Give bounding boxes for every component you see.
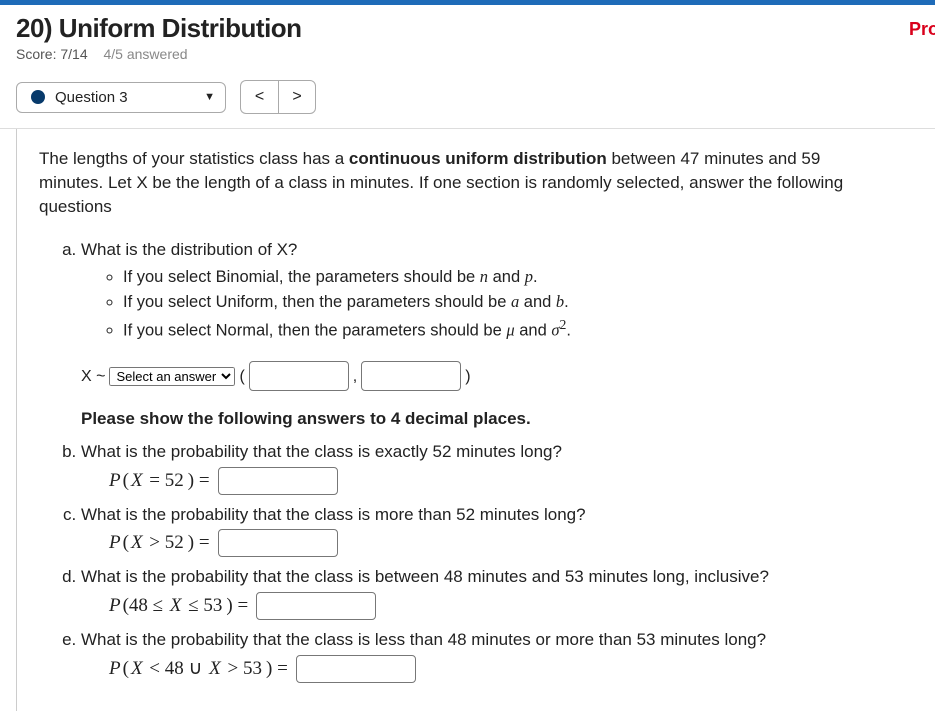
math-b: b — [556, 292, 564, 311]
pe-rel1: < 48 ∪ — [143, 658, 210, 679]
hint-uniform-pre: If you select Uniform, then the paramete… — [123, 293, 511, 311]
pe-rel2: > 53 — [221, 658, 264, 679]
prev-next-group: < > — [240, 80, 316, 114]
pd-var: X — [170, 595, 182, 616]
part-d-answer-input[interactable] — [256, 592, 376, 620]
math-mu: μ — [506, 320, 514, 339]
part-b-answer-input[interactable] — [218, 467, 338, 495]
part-a: What is the distribution of X? If you se… — [81, 238, 894, 432]
pe-p: P — [109, 658, 121, 679]
part-b-expression: P(X = 52) = — [109, 467, 894, 495]
question-nav-row: Question 3 ▼ < > — [16, 80, 935, 114]
hint-binomial-pre: If you select Binomial, the parameters s… — [123, 268, 480, 286]
hint-binomial-post: . — [533, 268, 538, 286]
score-line: Score: 7/14 4/5 answered — [16, 46, 919, 62]
part-d-expression: P(48 ≤ X ≤ 53) = — [109, 592, 894, 620]
part-c-expression: P(X > 52) = — [109, 529, 894, 557]
param2-input[interactable] — [361, 361, 461, 391]
pd-close: ) = — [224, 595, 250, 616]
chevron-down-icon: ▼ — [204, 91, 215, 103]
part-e-answer-input[interactable] — [296, 655, 416, 683]
part-a-hints: If you select Binomial, the parameters s… — [81, 265, 894, 343]
part-e-expression: P(X < 48 ∪ X > 53) = — [109, 655, 894, 683]
pe-close: ) = — [264, 658, 290, 679]
part-d-prompt: What is the probability that the class i… — [81, 567, 769, 586]
param1-input[interactable] — [249, 361, 349, 391]
part-c-prompt: What is the probability that the class i… — [81, 505, 586, 524]
part-a-prompt: What is the distribution of X? — [81, 240, 297, 259]
pe-var2: X — [209, 658, 221, 679]
top-accent-bar — [0, 0, 935, 5]
pb-var: X — [131, 470, 143, 491]
intro-pre: The lengths of your statistics class has… — [39, 149, 349, 168]
proctor-badge: Pro — [909, 19, 935, 40]
decimal-note: Please show the following answers to 4 d… — [81, 407, 894, 432]
next-question-button[interactable]: > — [278, 80, 316, 114]
x-tilde-label: X ~ — [81, 365, 105, 388]
hint-binomial: If you select Binomial, the parameters s… — [123, 265, 894, 290]
part-b: What is the probability that the class i… — [81, 440, 894, 495]
part-e: What is the probability that the class i… — [81, 628, 894, 683]
pc-open: ( — [121, 532, 131, 553]
score-value: Score: 7/14 — [16, 46, 88, 62]
page-title: 20) Uniform Distribution — [16, 13, 919, 44]
hint-normal-and: and — [515, 321, 552, 339]
pe-open: ( — [121, 658, 131, 679]
intro-bold: continuous uniform distribution — [349, 149, 607, 168]
hint-uniform-post: . — [564, 293, 569, 311]
math-n: n — [480, 267, 488, 286]
pc-p: P — [109, 532, 121, 553]
question-picker-label: Question 3 — [55, 89, 128, 106]
part-d: What is the probability that the class i… — [81, 565, 894, 620]
chevron-right-icon: > — [292, 88, 301, 106]
pe-var1: X — [131, 658, 143, 679]
question-content: The lengths of your statistics class has… — [16, 129, 916, 711]
status-dot-icon — [31, 90, 45, 104]
distribution-select[interactable]: Select an answer — [109, 367, 235, 386]
hint-binomial-and: and — [488, 268, 525, 286]
question-intro: The lengths of your statistics class has… — [39, 147, 859, 218]
question-picker[interactable]: Question 3 ▼ — [16, 82, 226, 113]
pd-rel: ≤ 53 — [181, 595, 224, 616]
hint-normal: If you select Normal, then the parameter… — [123, 315, 894, 343]
parts-list: What is the distribution of X? If you se… — [39, 238, 894, 682]
answered-count: 4/5 answered — [104, 46, 188, 62]
comma: , — [353, 365, 357, 388]
pb-rel: = 52 — [143, 470, 186, 491]
pb-close: ) = — [186, 470, 212, 491]
pb-open: ( — [121, 470, 131, 491]
math-p: p — [525, 267, 533, 286]
part-a-answer-row: X ~ Select an answer ( , ) — [81, 361, 894, 391]
hint-uniform: If you select Uniform, then the paramete… — [123, 290, 894, 315]
page-header: 20) Uniform Distribution Score: 7/14 4/5… — [0, 11, 935, 66]
pc-close: ) = — [186, 532, 212, 553]
pc-rel: > 52 — [143, 532, 186, 553]
prev-question-button[interactable]: < — [240, 80, 278, 114]
part-b-prompt: What is the probability that the class i… — [81, 442, 562, 461]
pd-p: P — [109, 595, 121, 616]
hint-uniform-and: and — [519, 293, 556, 311]
pc-var: X — [131, 532, 143, 553]
math-sigma: σ — [551, 320, 559, 339]
math-a: a — [511, 292, 519, 311]
lparen: ( — [239, 365, 244, 388]
hint-normal-pre: If you select Normal, then the parameter… — [123, 321, 506, 339]
rparen: ) — [465, 365, 470, 388]
hint-normal-post: . — [566, 321, 571, 339]
part-c-answer-input[interactable] — [218, 529, 338, 557]
part-e-prompt: What is the probability that the class i… — [81, 630, 766, 649]
chevron-left-icon: < — [255, 88, 264, 106]
pd-open: (48 ≤ — [121, 595, 170, 616]
part-c: What is the probability that the class i… — [81, 503, 894, 558]
pb-p: P — [109, 470, 121, 491]
